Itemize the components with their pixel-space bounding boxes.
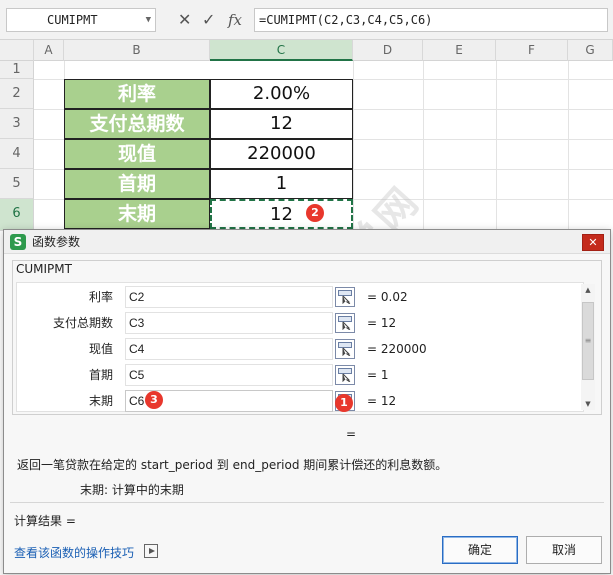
arg-label-start-period: 首期: [88, 368, 113, 382]
select-all-corner[interactable]: [0, 40, 34, 61]
cell-b4[interactable]: 现值: [64, 139, 210, 169]
column-header-a[interactable]: A: [34, 40, 64, 61]
gridline: [568, 61, 569, 231]
name-box-value: CUMIPMT: [47, 13, 98, 27]
gridline: [496, 61, 497, 231]
cell-c4[interactable]: 220000: [210, 139, 353, 169]
arg-label-end-period: 末期: [88, 394, 113, 408]
calculation-result: 计算结果 =: [14, 514, 76, 528]
scroll-thumb[interactable]: ≡: [582, 302, 594, 380]
divider: [10, 502, 604, 503]
arg-result-rate: = 0.02: [367, 290, 408, 304]
dialog-title-bar[interactable]: S 函数参数 ✕: [4, 230, 610, 254]
arg-label-rate: 利率: [88, 290, 113, 304]
range-select-button[interactable]: [335, 339, 355, 359]
video-play-icon[interactable]: [144, 544, 158, 558]
row-header-4[interactable]: 4: [0, 139, 34, 169]
cell-b3[interactable]: 支付总期数: [64, 109, 210, 139]
function-tips-link[interactable]: 查看该函数的操作技巧: [14, 544, 134, 561]
close-button[interactable]: ✕: [582, 234, 604, 251]
step-badge-3: 3: [145, 391, 163, 409]
column-header-row: A B C D E F G: [0, 40, 613, 61]
collapse-dialog-icon: [338, 368, 352, 382]
fx-icon[interactable]: fx: [228, 8, 242, 32]
arg-label-nper: 支付总期数: [52, 316, 113, 330]
formula-input[interactable]: =CUMIPMT(C2,C3,C4,C5,C6): [254, 8, 608, 32]
range-select-button[interactable]: [335, 313, 355, 333]
gridline: [423, 61, 424, 231]
row-header-2[interactable]: 2: [0, 79, 34, 109]
cell-b5[interactable]: 首期: [64, 169, 210, 199]
cell-c3[interactable]: 12: [210, 109, 353, 139]
cancel-icon[interactable]: ✕: [178, 8, 191, 32]
formula-result-preview: =: [346, 427, 357, 441]
app-icon: S: [10, 234, 26, 250]
range-select-button[interactable]: [335, 287, 355, 307]
row-header-3[interactable]: 3: [0, 109, 34, 139]
range-select-button[interactable]: [335, 365, 355, 385]
column-header-c[interactable]: C: [210, 40, 353, 61]
argument-description: 末期: 计算中的末期: [80, 483, 184, 497]
cell-c2[interactable]: 2.00%: [210, 79, 353, 109]
step-badge-2: 2: [306, 204, 324, 222]
dialog-title: 函数参数: [32, 235, 81, 249]
arg-result-nper: = 12: [367, 316, 397, 330]
function-description: 返回一笔贷款在给定的 start_period 到 end_period 期间累…: [17, 458, 448, 472]
ok-button[interactable]: 确定: [442, 536, 518, 564]
collapse-dialog-icon: [338, 290, 352, 304]
gridline: [353, 61, 354, 231]
function-name: CUMIPMT: [16, 262, 72, 276]
column-header-g[interactable]: G: [568, 40, 613, 61]
name-box[interactable]: CUMIPMT ▼: [6, 8, 156, 32]
row-header-6[interactable]: 6: [0, 199, 34, 231]
cancel-button[interactable]: 取消: [526, 536, 602, 564]
cell-b2[interactable]: 利率: [64, 79, 210, 109]
scroll-down-icon[interactable]: ▼: [581, 398, 595, 410]
cell-c6[interactable]: 12: [210, 199, 353, 229]
column-header-f[interactable]: F: [496, 40, 568, 61]
arguments-scrollbar[interactable]: ▲ ≡ ▼: [581, 284, 595, 410]
close-icon: ✕: [588, 236, 598, 249]
function-arguments-dialog: S 函数参数 ✕ CUMIPMT 利率 C2 = 0.02 支付总期数 C3 =…: [3, 229, 611, 574]
arguments-list: 利率 C2 = 0.02 支付总期数 C3 = 12 现值 C4 = 22000…: [16, 282, 584, 412]
column-header-d[interactable]: D: [353, 40, 423, 61]
column-header-b[interactable]: B: [64, 40, 210, 61]
arg-result-end-period: = 12: [367, 394, 397, 408]
arg-label-pv: 现值: [88, 342, 113, 356]
column-header-e[interactable]: E: [423, 40, 496, 61]
collapse-dialog-icon: [338, 316, 352, 330]
cell-b6[interactable]: 末期: [64, 199, 210, 229]
arg-input-pv[interactable]: C4: [125, 338, 333, 360]
formula-bar: CUMIPMT ▼ ✕ ✓ fx =CUMIPMT(C2,C3,C4,C5,C6…: [0, 0, 613, 40]
row-header-5[interactable]: 5: [0, 169, 34, 199]
arg-result-pv: = 220000: [367, 342, 427, 356]
collapse-dialog-icon: [338, 342, 352, 356]
arg-input-rate[interactable]: C2: [125, 286, 333, 308]
chevron-down-icon[interactable]: ▼: [146, 9, 151, 31]
row-header-1[interactable]: 1: [0, 61, 34, 79]
scroll-up-icon[interactable]: ▲: [581, 284, 595, 296]
arg-result-start-period: = 1: [367, 368, 389, 382]
arg-input-start-period[interactable]: C5: [125, 364, 333, 386]
arg-input-nper[interactable]: C3: [125, 312, 333, 334]
step-badge-1: 1: [335, 394, 353, 412]
cell-c5[interactable]: 1: [210, 169, 353, 199]
enter-icon[interactable]: ✓: [202, 8, 215, 32]
